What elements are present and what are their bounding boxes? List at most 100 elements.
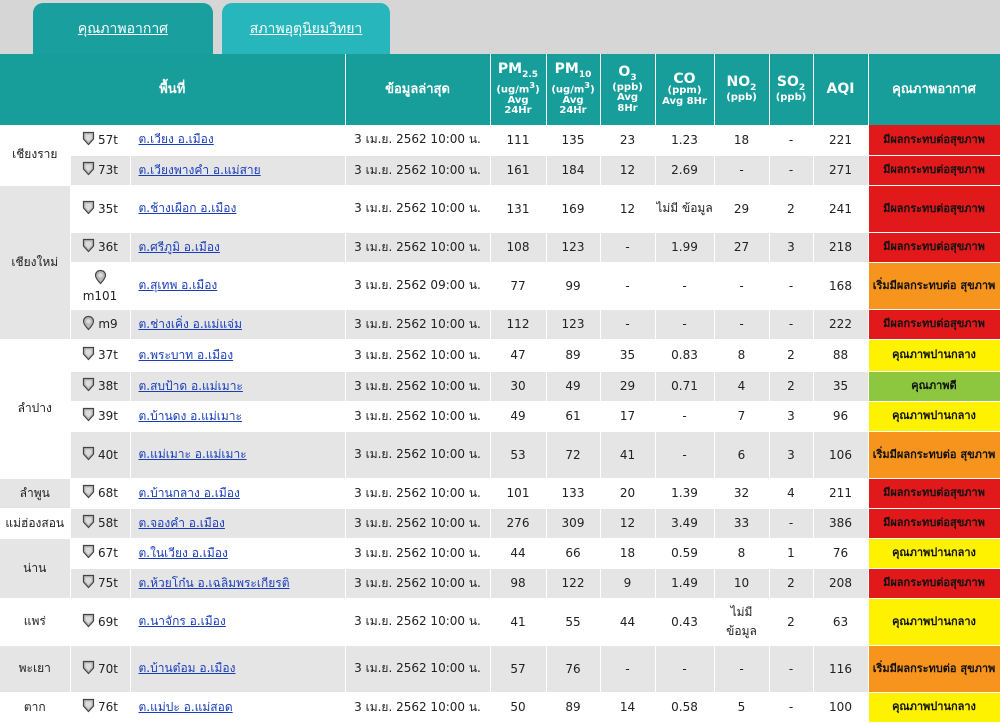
value-so2: 2 [769, 371, 814, 402]
station-code: 39t [98, 409, 118, 423]
station-cell: 76t [70, 692, 131, 723]
tab-weather[interactable]: สภาพอุตุนิยมวิทยา [222, 3, 390, 54]
header-aqi: AQI [813, 54, 869, 125]
station-cell: 39t [70, 401, 131, 432]
value-no2: - [714, 262, 770, 310]
station-code: 35t [98, 201, 118, 216]
location-link[interactable]: ต.ช้างเผือก อ.เมือง [139, 201, 237, 215]
station-code: m9 [98, 317, 118, 331]
value-pm10: 122 [546, 568, 601, 599]
value-aqi: 211 [813, 478, 869, 509]
tab-air-quality[interactable]: คุณภาพอากาศ [33, 3, 213, 54]
value-no2: 7 [714, 401, 770, 432]
table-row: 36t ต.ศรีภูมิ อ.เมือง 3 เม.ย. 2562 10:00 น… [0, 232, 1000, 263]
value-so2: 3 [769, 232, 814, 263]
air-quality-table: พื้นที่ ข้อมูลล่าสุด PM2.5 (ug/m3) Avg 2… [0, 54, 1000, 723]
location-link[interactable]: ต.แม่เมาะ อ.แม่เมาะ [139, 447, 247, 461]
quality-badge: คุณภาพปานกลาง [868, 401, 1000, 432]
latest-time: 3 เม.ย. 2562 10:00 น. [345, 401, 491, 432]
station-code: 73t [98, 163, 118, 177]
value-o3: 35 [600, 339, 656, 372]
value-co: - [655, 645, 715, 693]
latest-time: 3 เม.ย. 2562 10:00 น. [345, 309, 491, 340]
value-pm10: 184 [546, 155, 601, 186]
province-name: ตาก [0, 692, 71, 723]
location-link[interactable]: ต.ในเวียง อ.เมือง [139, 546, 228, 560]
table-row: พะเยา 70t ต.บ้านต๋อม อ.เมือง 3 เม.ย. 2562 1… [0, 645, 1000, 693]
province-name: น่าน [0, 538, 71, 599]
location-cell: ต.บ้านดง อ.แม่เมาะ [130, 401, 346, 432]
location-link[interactable]: ต.เวียงพางคำ อ.แม่สาย [139, 163, 261, 177]
value-pm25: 41 [490, 598, 547, 646]
location-link[interactable]: ต.แม่ปะ อ.แม่สอด [139, 700, 233, 714]
latest-time: 3 เม.ย. 2562 09:00 น. [345, 262, 491, 310]
location-link[interactable]: ต.จองคำ อ.เมือง [139, 516, 225, 530]
location-link[interactable]: ต.พระบาท อ.เมือง [139, 348, 234, 362]
value-pm25: 53 [490, 431, 547, 479]
quality-badge: มีผลกระทบต่อสุขภาพ [868, 568, 1000, 599]
station-cell: 70t [70, 645, 131, 693]
value-aqi: 208 [813, 568, 869, 599]
value-co: 0.43 [655, 598, 715, 646]
header-pm10: PM10 (ug/m3) Avg 24Hr [546, 54, 601, 125]
table-row: 40t ต.แม่เมาะ อ.แม่เมาะ 3 เม.ย. 2562 10:00… [0, 431, 1000, 479]
location-link[interactable]: ต.สบป้าด อ.แม่เมาะ [139, 379, 243, 393]
value-pm25: 276 [490, 508, 547, 539]
value-aqi: 100 [813, 692, 869, 723]
value-pm10: 61 [546, 401, 601, 432]
province-name: แม่ฮ่องสอน [0, 508, 71, 539]
value-aqi: 63 [813, 598, 869, 646]
header-so2: SO2 (ppb) [769, 54, 814, 125]
value-pm10: 89 [546, 339, 601, 372]
value-o3: 9 [600, 568, 656, 599]
location-link[interactable]: ต.บ้านต๋อม อ.เมือง [139, 661, 236, 675]
value-o3: - [600, 262, 656, 310]
value-o3: - [600, 645, 656, 693]
location-link[interactable]: ต.ห้วยโก๋น อ.เฉลิมพระเกียรติ [139, 576, 290, 590]
latest-time: 3 เม.ย. 2562 10:00 น. [345, 431, 491, 479]
location-link[interactable]: ต.เวียง อ.เมือง [139, 132, 214, 146]
value-pm10: 49 [546, 371, 601, 402]
station-pin-icon [82, 544, 95, 562]
station-pin-icon [82, 698, 95, 716]
location-link[interactable]: ต.นาจักร อ.เมือง [139, 614, 226, 628]
value-co: 1.99 [655, 232, 715, 263]
location-link[interactable]: ต.ช่างเคิ่ง อ.แม่แจ่ม [139, 317, 243, 331]
value-co: 0.83 [655, 339, 715, 372]
location-cell: ต.นาจักร อ.เมือง [130, 598, 346, 646]
value-no2: 10 [714, 568, 770, 599]
location-link[interactable]: ต.บ้านดง อ.แม่เมาะ [139, 409, 243, 423]
value-o3: 23 [600, 125, 656, 156]
table-row: 73t ต.เวียงพางคำ อ.แม่สาย 3 เม.ย. 2562 10:… [0, 155, 1000, 186]
station-code: 38t [98, 379, 118, 393]
value-pm10: 55 [546, 598, 601, 646]
table-row: แม่ฮ่องสอน 58t ต.จองคำ อ.เมือง 3 เม.ย. 2562… [0, 508, 1000, 539]
location-link[interactable]: ต.สุเทพ อ.เมือง [139, 278, 218, 292]
quality-badge: มีผลกระทบต่อสุขภาพ [868, 155, 1000, 186]
location-link[interactable]: ต.ศรีภูมิ อ.เมือง [139, 240, 220, 254]
table-header-row: พื้นที่ ข้อมูลล่าสุด PM2.5 (ug/m3) Avg 2… [0, 54, 1000, 125]
station-code: 68t [98, 486, 118, 500]
latest-time: 3 เม.ย. 2562 10:00 น. [345, 692, 491, 723]
location-cell: ต.บ้านต๋อม อ.เมือง [130, 645, 346, 693]
station-cell: 38t [70, 371, 131, 402]
value-no2: 18 [714, 125, 770, 156]
station-cell: 37t [70, 339, 131, 372]
value-so2: 4 [769, 478, 814, 509]
value-pm10: 133 [546, 478, 601, 509]
station-code: 76t [98, 700, 118, 714]
value-pm10: 309 [546, 508, 601, 539]
value-aqi: 116 [813, 645, 869, 693]
value-o3: 12 [600, 185, 656, 233]
value-so2: 2 [769, 339, 814, 372]
location-cell: ต.ห้วยโก๋น อ.เฉลิมพระเกียรติ [130, 568, 346, 599]
location-link[interactable]: ต.บ้านกลาง อ.เมือง [139, 486, 240, 500]
value-so2: 1 [769, 538, 814, 569]
value-aqi: 386 [813, 508, 869, 539]
table-row: ลำปาง 37t ต.พระบาท อ.เมือง 3 เม.ย. 2562 10:… [0, 339, 1000, 479]
location-cell: ต.ช่างเคิ่ง อ.แม่แจ่ม [130, 309, 346, 340]
value-aqi: 106 [813, 431, 869, 479]
station-cell: m9 [70, 309, 131, 340]
latest-time: 3 เม.ย. 2562 10:00 น. [345, 125, 491, 156]
location-cell: ต.เวียง อ.เมือง [130, 125, 346, 156]
